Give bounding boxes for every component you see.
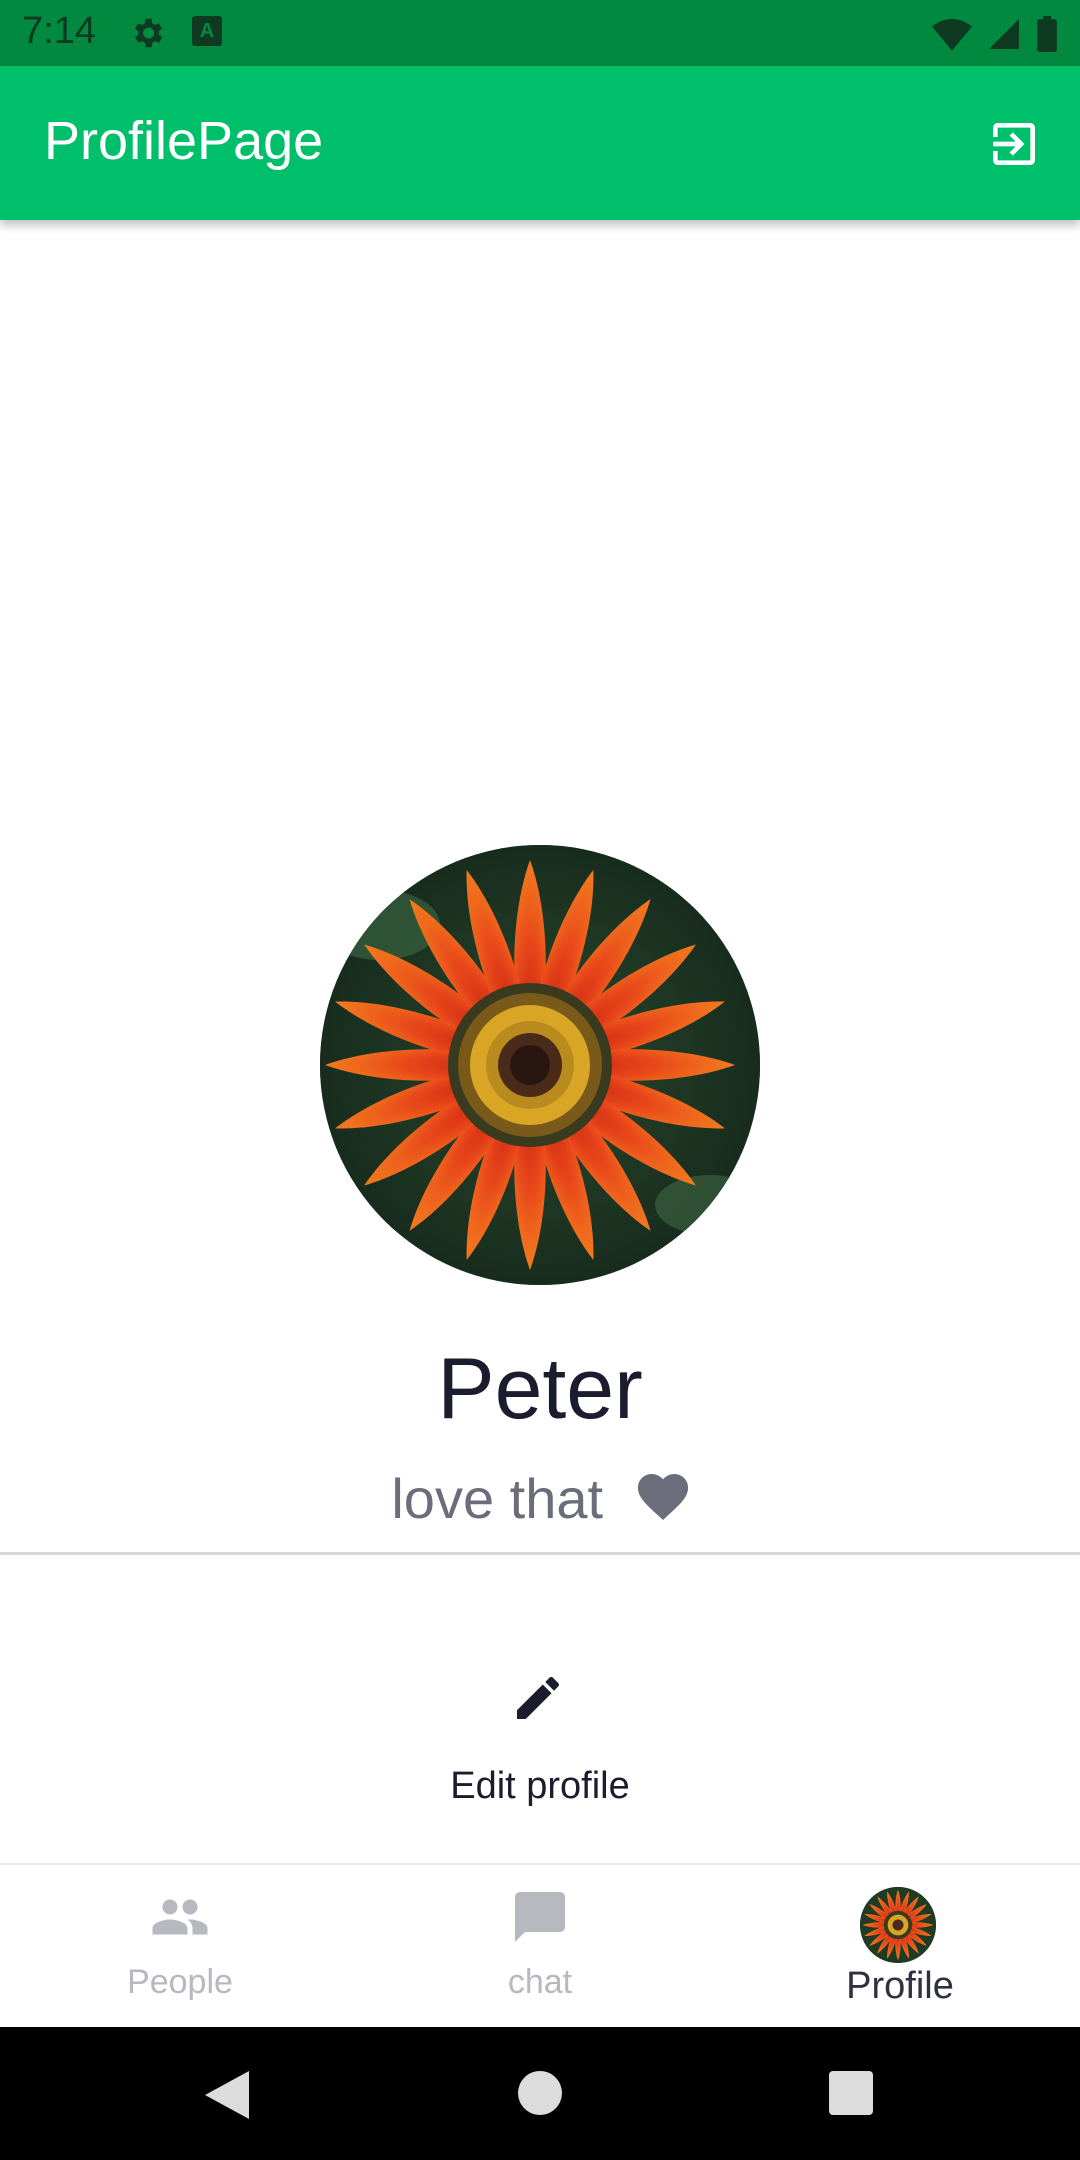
nav-label-profile: Profile	[846, 1965, 954, 2007]
status-bar: 7:14 A	[0, 0, 1080, 66]
nav-label-chat: chat	[507, 1963, 573, 2001]
bottom-navigation: People chat Profile	[0, 1863, 1080, 2029]
divider	[0, 1552, 1080, 1555]
nav-item-chat[interactable]: chat	[360, 1865, 720, 2029]
app-bar: ProfilePage	[0, 66, 1080, 220]
gear-icon	[134, 18, 163, 48]
nav-item-profile[interactable]: Profile	[720, 1865, 1080, 2029]
a-icon: A	[192, 16, 222, 46]
flower-thumbnail	[860, 1887, 936, 1963]
system-navigation	[0, 2027, 1080, 2160]
heart-icon	[637, 1474, 688, 1521]
page-title: ProfilePage	[44, 111, 324, 171]
status-right-icons	[932, 14, 1058, 54]
profile-name: Peter	[437, 1341, 643, 1437]
people-icon	[152, 1899, 208, 1935]
avatar	[860, 1887, 936, 1963]
back-icon[interactable]	[205, 2071, 249, 2119]
recents-icon[interactable]	[829, 2071, 873, 2115]
battery-icon	[1037, 16, 1057, 52]
pencil-icon	[517, 1676, 559, 1719]
status-time: 7:14	[22, 10, 96, 52]
home-icon[interactable]	[518, 2071, 562, 2115]
signal-icon	[989, 19, 1019, 49]
chat-icon	[515, 1892, 565, 1942]
profile-status-text: love that	[391, 1467, 604, 1530]
wifi-icon	[932, 19, 972, 51]
edit-profile-label: Edit profile	[450, 1765, 630, 1807]
logout-icon[interactable]	[986, 116, 1042, 172]
profile-avatar[interactable]	[320, 845, 760, 1285]
profile-status: love that	[0, 1466, 1080, 1531]
flower-image	[320, 845, 760, 1285]
nav-item-people[interactable]: People	[0, 1865, 360, 2029]
edit-profile-button[interactable]: Edit profile	[390, 1660, 690, 1820]
nav-label-people: People	[127, 1963, 233, 2001]
